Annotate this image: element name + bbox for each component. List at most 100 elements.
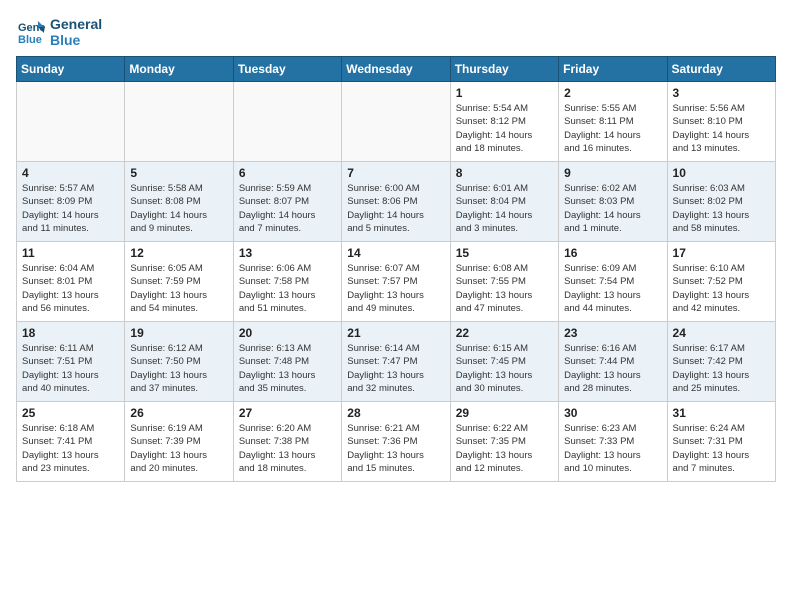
col-header-monday: Monday: [125, 57, 233, 82]
day-number: 18: [22, 326, 119, 340]
day-number: 28: [347, 406, 444, 420]
day-number: 3: [673, 86, 770, 100]
day-number: 22: [456, 326, 553, 340]
day-cell: 27Sunrise: 6:20 AM Sunset: 7:38 PM Dayli…: [233, 402, 341, 482]
calendar-table: SundayMondayTuesdayWednesdayThursdayFrid…: [16, 56, 776, 482]
day-info: Sunrise: 6:03 AM Sunset: 8:02 PM Dayligh…: [673, 182, 770, 235]
day-cell: 26 Sunrise: 6:19 AM Sunset: 7:39 PM Dayli…: [125, 402, 233, 482]
day-cell: 22 Sunrise: 6:15 AM Sunset: 7:45 PM Dayli…: [450, 322, 558, 402]
day-number: 6: [239, 166, 336, 180]
logo: General Blue General Blue: [16, 16, 102, 48]
svg-text:Blue: Blue: [18, 34, 42, 46]
col-header-tuesday: Tuesday: [233, 57, 341, 82]
day-number: 13: [239, 246, 336, 260]
day-number: 17: [673, 246, 770, 260]
week-row-3: 11 Sunrise: 6:04 AM Sunset: 8:01 PM Dayli…: [17, 242, 776, 322]
day-info: Sunrise: 6:19 AM Sunset: 7:39 PM Dayligh…: [130, 422, 227, 475]
day-cell: 10 Sunrise: 6:03 AM Sunset: 8:02 PM Dayli…: [667, 162, 775, 242]
day-cell: 29 Sunrise: 6:22 AM Sunset: 7:35 PM Dayli…: [450, 402, 558, 482]
day-cell: 1 Sunrise: 5:54 AM Sunset: 8:12 PM Daylig…: [450, 82, 558, 162]
day-cell: 15 Sunrise: 6:08 AM Sunset: 7:55 PM Dayli…: [450, 242, 558, 322]
logo-icon: General Blue: [16, 17, 46, 47]
day-cell: 25Sunrise: 6:18 AM Sunset: 7:41 PM Dayli…: [17, 402, 125, 482]
day-number: 21: [347, 326, 444, 340]
day-info: Sunrise: 6:09 AM Sunset: 7:54 PM Dayligh…: [564, 262, 661, 315]
day-cell: [342, 82, 450, 162]
day-info: Sunrise: 6:14 AM Sunset: 7:47 PM Dayligh…: [347, 342, 444, 395]
day-cell: [125, 82, 233, 162]
day-cell: 24 Sunrise: 6:17 AM Sunset: 7:42 PM Dayli…: [667, 322, 775, 402]
day-info: Sunrise: 5:57 AM Sunset: 8:09 PM Dayligh…: [22, 182, 119, 235]
day-number: 10: [673, 166, 770, 180]
day-info: Sunrise: 5:59 AM Sunset: 8:07 PM Dayligh…: [239, 182, 336, 235]
day-info: Sunrise: 5:54 AM Sunset: 8:12 PM Dayligh…: [456, 102, 553, 155]
day-info: Sunrise: 6:08 AM Sunset: 7:55 PM Dayligh…: [456, 262, 553, 315]
day-info: Sunrise: 6:21 AM Sunset: 7:36 PM Dayligh…: [347, 422, 444, 475]
day-number: 4: [22, 166, 119, 180]
day-info: Sunrise: 6:22 AM Sunset: 7:35 PM Dayligh…: [456, 422, 553, 475]
day-number: 19: [130, 326, 227, 340]
day-info: Sunrise: 5:56 AM Sunset: 8:10 PM Dayligh…: [673, 102, 770, 155]
day-number: 26: [130, 406, 227, 420]
day-number: 29: [456, 406, 553, 420]
day-cell: 18 Sunrise: 6:11 AM Sunset: 7:51 PM Dayli…: [17, 322, 125, 402]
day-cell: [17, 82, 125, 162]
day-cell: 17Sunrise: 6:10 AM Sunset: 7:52 PM Dayli…: [667, 242, 775, 322]
day-number: 15: [456, 246, 553, 260]
day-info: Sunrise: 5:58 AM Sunset: 8:08 PM Dayligh…: [130, 182, 227, 235]
day-info: Sunrise: 5:55 AM Sunset: 8:11 PM Dayligh…: [564, 102, 661, 155]
day-number: 24: [673, 326, 770, 340]
day-number: 11: [22, 246, 119, 260]
day-info: Sunrise: 6:16 AM Sunset: 7:44 PM Dayligh…: [564, 342, 661, 395]
day-cell: 3 Sunrise: 5:56 AM Sunset: 8:10 PM Daylig…: [667, 82, 775, 162]
day-info: Sunrise: 6:18 AM Sunset: 7:41 PM Dayligh…: [22, 422, 119, 475]
day-cell: 30 Sunrise: 6:23 AM Sunset: 7:33 PM Dayli…: [559, 402, 667, 482]
day-info: Sunrise: 6:01 AM Sunset: 8:04 PM Dayligh…: [456, 182, 553, 235]
day-info: Sunrise: 6:02 AM Sunset: 8:03 PM Dayligh…: [564, 182, 661, 235]
day-info: Sunrise: 6:04 AM Sunset: 8:01 PM Dayligh…: [22, 262, 119, 315]
week-row-4: 18 Sunrise: 6:11 AM Sunset: 7:51 PM Dayli…: [17, 322, 776, 402]
col-header-friday: Friday: [559, 57, 667, 82]
day-cell: 14Sunrise: 6:07 AM Sunset: 7:57 PM Dayli…: [342, 242, 450, 322]
day-number: 31: [673, 406, 770, 420]
day-cell: 9 Sunrise: 6:02 AM Sunset: 8:03 PM Daylig…: [559, 162, 667, 242]
day-cell: 5Sunrise: 5:58 AM Sunset: 8:08 PM Daylig…: [125, 162, 233, 242]
day-number: 23: [564, 326, 661, 340]
day-cell: 19Sunrise: 6:12 AM Sunset: 7:50 PM Dayli…: [125, 322, 233, 402]
day-number: 14: [347, 246, 444, 260]
day-info: Sunrise: 6:00 AM Sunset: 8:06 PM Dayligh…: [347, 182, 444, 235]
col-header-thursday: Thursday: [450, 57, 558, 82]
day-cell: 31Sunrise: 6:24 AM Sunset: 7:31 PM Dayli…: [667, 402, 775, 482]
day-info: Sunrise: 6:11 AM Sunset: 7:51 PM Dayligh…: [22, 342, 119, 395]
week-row-2: 4 Sunrise: 5:57 AM Sunset: 8:09 PM Daylig…: [17, 162, 776, 242]
day-info: Sunrise: 6:15 AM Sunset: 7:45 PM Dayligh…: [456, 342, 553, 395]
day-info: Sunrise: 6:17 AM Sunset: 7:42 PM Dayligh…: [673, 342, 770, 395]
day-cell: 4 Sunrise: 5:57 AM Sunset: 8:09 PM Daylig…: [17, 162, 125, 242]
day-cell: 7 Sunrise: 6:00 AM Sunset: 8:06 PM Daylig…: [342, 162, 450, 242]
day-number: 16: [564, 246, 661, 260]
day-number: 1: [456, 86, 553, 100]
day-cell: 8 Sunrise: 6:01 AM Sunset: 8:04 PM Daylig…: [450, 162, 558, 242]
week-row-5: 25Sunrise: 6:18 AM Sunset: 7:41 PM Dayli…: [17, 402, 776, 482]
col-header-saturday: Saturday: [667, 57, 775, 82]
day-info: Sunrise: 6:23 AM Sunset: 7:33 PM Dayligh…: [564, 422, 661, 475]
day-cell: 20Sunrise: 6:13 AM Sunset: 7:48 PM Dayli…: [233, 322, 341, 402]
day-number: 30: [564, 406, 661, 420]
day-cell: 23 Sunrise: 6:16 AM Sunset: 7:44 PM Dayli…: [559, 322, 667, 402]
col-header-sunday: Sunday: [17, 57, 125, 82]
day-cell: 13Sunrise: 6:06 AM Sunset: 7:58 PM Dayli…: [233, 242, 341, 322]
day-info: Sunrise: 6:13 AM Sunset: 7:48 PM Dayligh…: [239, 342, 336, 395]
day-number: 9: [564, 166, 661, 180]
col-header-wednesday: Wednesday: [342, 57, 450, 82]
week-row-1: 1 Sunrise: 5:54 AM Sunset: 8:12 PM Daylig…: [17, 82, 776, 162]
day-cell: 11 Sunrise: 6:04 AM Sunset: 8:01 PM Dayli…: [17, 242, 125, 322]
day-cell: 28 Sunrise: 6:21 AM Sunset: 7:36 PM Dayli…: [342, 402, 450, 482]
calendar-header-row: SundayMondayTuesdayWednesdayThursdayFrid…: [17, 57, 776, 82]
day-cell: 16 Sunrise: 6:09 AM Sunset: 7:54 PM Dayli…: [559, 242, 667, 322]
day-cell: 6 Sunrise: 5:59 AM Sunset: 8:07 PM Daylig…: [233, 162, 341, 242]
day-number: 2: [564, 86, 661, 100]
day-number: 27: [239, 406, 336, 420]
day-number: 7: [347, 166, 444, 180]
day-number: 12: [130, 246, 227, 260]
day-number: 8: [456, 166, 553, 180]
